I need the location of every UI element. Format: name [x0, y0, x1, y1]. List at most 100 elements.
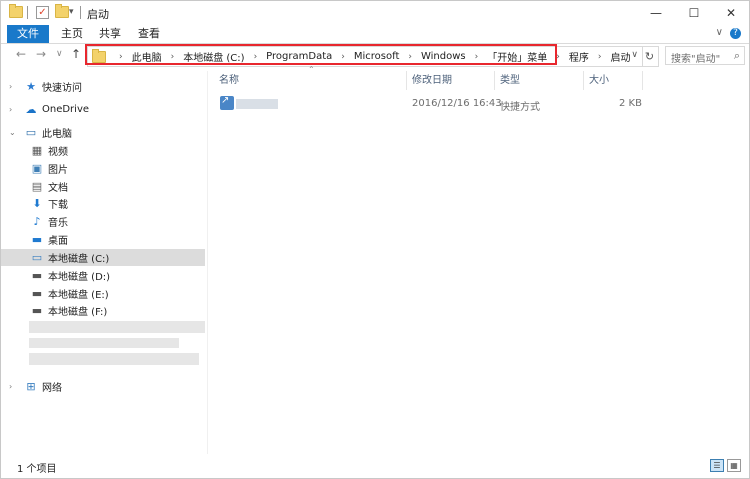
- sidebar-item-label: 快速访问: [42, 83, 82, 94]
- properties-check-icon[interactable]: ✓: [36, 5, 49, 19]
- breadcrumb-separator[interactable]: ›: [598, 52, 602, 62]
- expand-chevron-icon[interactable]: ›: [9, 82, 12, 91]
- sort-ascending-icon: ⌃: [308, 65, 315, 74]
- sidebar-item-label: 本地磁盘 (F:): [48, 307, 108, 318]
- search-placeholder: 搜索"启动": [671, 54, 721, 65]
- folder-icon: [9, 4, 23, 19]
- sidebar-item-onedrive[interactable]: › ☁ OneDrive: [1, 101, 229, 118]
- close-button[interactable]: ✕: [714, 1, 748, 25]
- recent-locations-chevron-icon[interactable]: ∨: [56, 49, 63, 59]
- drive-icon: ▬: [31, 269, 43, 282]
- address-history-chevron-icon[interactable]: ∨: [631, 50, 638, 60]
- expand-chevron-icon[interactable]: ›: [9, 105, 12, 114]
- column-divider[interactable]: [583, 71, 584, 90]
- column-divider[interactable]: [494, 71, 495, 90]
- ribbon-expand-chevron-icon[interactable]: ∨: [716, 27, 723, 38]
- desktop-icon: ▬: [31, 233, 43, 246]
- music-icon: ♪: [33, 215, 41, 228]
- shortcut-file-icon: [220, 95, 234, 110]
- up-button[interactable]: ↑: [71, 47, 81, 61]
- file-list: ⌃ 名称 修改日期 类型 大小 2016/12/16 16:43 快捷方式 2 …: [208, 65, 749, 454]
- item-count: 1 个项目: [17, 464, 57, 475]
- tab-share[interactable]: 共享: [91, 25, 129, 43]
- redacted-item: [29, 353, 199, 365]
- sidebar-item-drive-e[interactable]: ▬ 本地磁盘 (E:): [1, 285, 235, 302]
- redacted-item: [29, 321, 205, 333]
- sidebar-item-label: OneDrive: [42, 104, 90, 115]
- pictures-icon: ▣: [31, 162, 43, 175]
- expand-chevron-icon[interactable]: ›: [9, 382, 12, 391]
- file-size: 2 KB: [619, 98, 642, 109]
- sidebar-item-label: 文档: [48, 183, 68, 194]
- details-view-button[interactable]: ☰: [710, 459, 724, 472]
- drive-windows-icon: ▭: [31, 251, 43, 264]
- redacted-item: [29, 338, 179, 348]
- highlight-box: [85, 44, 557, 65]
- window-title: 启动: [87, 8, 109, 21]
- sidebar-item-label: 图片: [48, 165, 68, 176]
- ribbon-tabs: 文件 主页 共享 查看 ∨ ?: [1, 25, 749, 44]
- column-header-date[interactable]: 修改日期: [412, 71, 452, 90]
- column-divider[interactable]: [642, 71, 643, 90]
- column-header-name[interactable]: 名称: [219, 71, 239, 90]
- navigation-bar: ← → ∨ ↑ › 此电脑 › 本地磁盘 (C:) › ProgramData …: [1, 44, 749, 69]
- redacted-file-name: [236, 99, 278, 109]
- file-row[interactable]: 2016/12/16 16:43 快捷方式 2 KB: [208, 95, 749, 113]
- breadcrumb-item-current[interactable]: 启动: [610, 49, 630, 64]
- collapse-chevron-icon[interactable]: ⌄: [9, 128, 16, 137]
- star-icon: ★: [26, 80, 36, 93]
- network-icon: ⊞: [26, 380, 36, 393]
- title-bar: ✓ ▾ 启动 — ☐ ✕: [1, 1, 749, 25]
- refresh-button[interactable]: ↻: [641, 46, 659, 67]
- divider: [80, 6, 81, 19]
- cloud-icon: ☁: [25, 103, 37, 116]
- sidebar-item-label: 下载: [48, 200, 68, 211]
- sidebar-item-videos[interactable]: ▦ 视频: [1, 142, 235, 159]
- sidebar-item-label: 本地磁盘 (D:): [48, 272, 111, 283]
- minimize-button[interactable]: —: [639, 1, 673, 25]
- sidebar-item-quick-access[interactable]: › ★ 快速访问: [1, 78, 229, 95]
- video-icon: ▦: [31, 144, 43, 157]
- forward-button[interactable]: →: [36, 47, 46, 61]
- sidebar-item-network[interactable]: › ⊞ 网络: [1, 378, 229, 395]
- breadcrumb-item[interactable]: 程序: [569, 49, 589, 64]
- documents-icon: ▤: [31, 180, 43, 193]
- download-icon: ⬇: [32, 197, 42, 210]
- back-button[interactable]: ←: [16, 47, 26, 61]
- sidebar-item-drive-c[interactable]: ▭ 本地磁盘 (C:): [1, 249, 205, 266]
- search-icon: ⌕: [733, 49, 740, 62]
- new-folder-icon[interactable]: [55, 4, 69, 19]
- column-divider[interactable]: [406, 71, 407, 90]
- column-header-size[interactable]: 大小: [589, 71, 609, 90]
- drive-icon: ▬: [31, 304, 43, 317]
- computer-icon: ▭: [25, 126, 37, 139]
- sidebar-item-music[interactable]: ♪ 音乐: [1, 213, 235, 230]
- sidebar-item-label: 桌面: [48, 236, 68, 247]
- tab-view[interactable]: 查看: [130, 25, 168, 43]
- sidebar-item-desktop[interactable]: ▬ 桌面: [1, 231, 235, 248]
- sidebar-item-label: 网络: [42, 383, 62, 394]
- maximize-button[interactable]: ☐: [677, 1, 711, 25]
- status-bar: 1 个项目 ☰ ▦: [1, 455, 749, 479]
- divider: [27, 6, 28, 19]
- help-icon[interactable]: ?: [730, 28, 741, 39]
- sidebar-item-drive-d[interactable]: ▬ 本地磁盘 (D:): [1, 267, 235, 284]
- sidebar-item-pictures[interactable]: ▣ 图片: [1, 160, 235, 177]
- tab-home[interactable]: 主页: [53, 25, 91, 43]
- sidebar-item-this-pc[interactable]: ⌄ ▭ 此电脑: [1, 124, 229, 141]
- quick-access-dropdown-icon[interactable]: ▾: [69, 5, 74, 19]
- sidebar-item-label: 音乐: [48, 218, 68, 229]
- file-modified-date: 2016/12/16 16:43: [412, 98, 502, 109]
- sidebar-item-label: 此电脑: [42, 129, 72, 140]
- sidebar-item-downloads[interactable]: ⬇ 下载: [1, 195, 235, 212]
- explorer-window: ✓ ▾ 启动 — ☐ ✕ 文件 主页 共享 查看 ∨ ? ← → ∨ ↑ › 此…: [0, 0, 750, 479]
- search-box[interactable]: 搜索"启动" ⌕: [665, 46, 745, 65]
- tab-file[interactable]: 文件: [7, 25, 49, 43]
- sidebar-item-documents[interactable]: ▤ 文档: [1, 178, 235, 195]
- sidebar-item-drive-f[interactable]: ▬ 本地磁盘 (F:): [1, 302, 235, 319]
- sidebar-item-label: 本地磁盘 (E:): [48, 290, 109, 301]
- sidebar-item-label: 视频: [48, 147, 68, 158]
- column-header-type[interactable]: 类型: [500, 71, 520, 90]
- sidebar-item-label: 本地磁盘 (C:): [48, 254, 110, 265]
- large-icons-view-button[interactable]: ▦: [727, 459, 741, 472]
